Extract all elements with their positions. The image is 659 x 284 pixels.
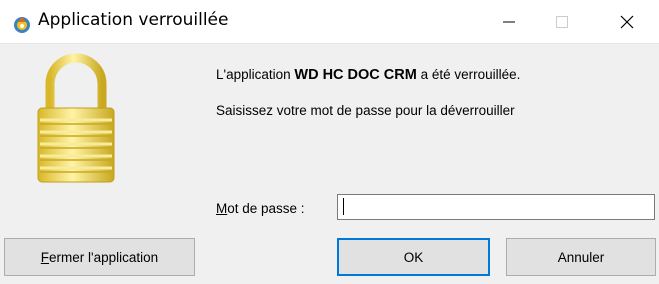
lock-message: L'application WD HC DOC CRM a été verrou… xyxy=(216,67,520,83)
close-button[interactable] xyxy=(604,0,650,43)
password-label-text: ot de passe : xyxy=(227,201,305,216)
lock-message-suffix: a été verrouillée. xyxy=(416,67,521,82)
password-input[interactable] xyxy=(337,194,655,220)
lock-dialog: Application verrouillée L'application WD… xyxy=(0,0,659,284)
close-icon xyxy=(620,15,634,28)
password-label-accelerator: M xyxy=(216,201,228,216)
app-name: WD HC DOC CRM xyxy=(294,67,417,83)
password-label: Mot de passe : xyxy=(216,201,305,216)
ok-button[interactable]: OK xyxy=(337,238,490,276)
lock-message-prefix: L'application xyxy=(216,67,295,82)
unlock-instruction: Saisissez votre mot de passe pour la dév… xyxy=(216,103,515,118)
text-caret xyxy=(343,198,344,215)
close-application-label: ermer l'application xyxy=(49,249,159,265)
lock-app-icon xyxy=(12,14,32,34)
padlock-icon xyxy=(28,48,124,188)
minimize-icon xyxy=(503,21,515,22)
minimize-button[interactable] xyxy=(486,0,532,43)
maximize-icon xyxy=(556,15,568,28)
window-title: Application verrouillée xyxy=(38,10,229,30)
close-application-button[interactable]: Fermer l'application xyxy=(4,238,195,276)
cancel-button[interactable]: Annuler xyxy=(506,238,656,276)
maximize-button xyxy=(539,0,585,43)
title-bar[interactable]: Application verrouillée xyxy=(0,0,659,44)
close-application-accelerator: F xyxy=(40,249,50,265)
